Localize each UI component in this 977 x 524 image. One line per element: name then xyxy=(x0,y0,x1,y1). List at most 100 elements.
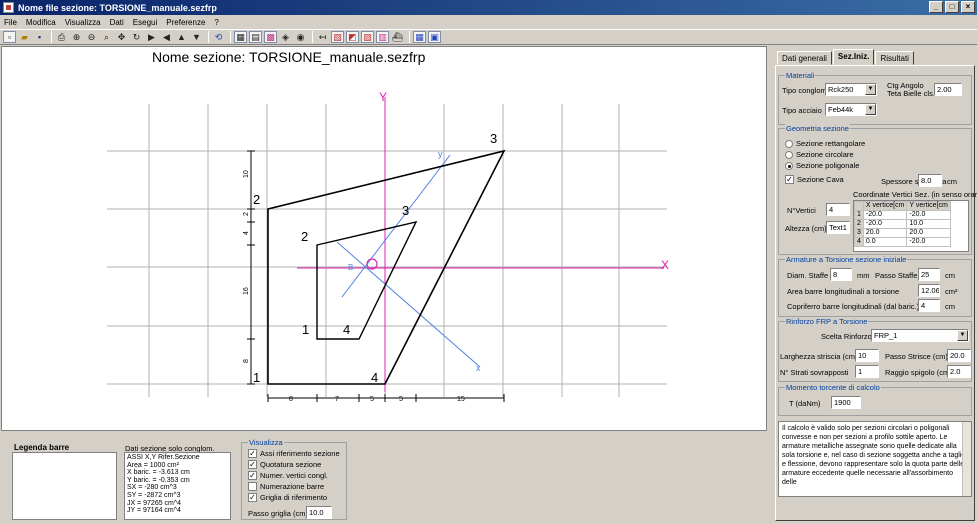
window-title: Nome file sezione: TORSIONE_manuale.sezf… xyxy=(18,2,217,13)
section-icon[interactable]: ▦ xyxy=(234,31,247,43)
inner-polygon xyxy=(316,220,418,340)
radio-sezione-rettangolare[interactable]: Sezione rettangolare xyxy=(785,139,865,148)
assi-riferimento-checkbox[interactable]: ✓ Assi riferimento sezione xyxy=(248,449,340,458)
larghezza-striscia-field[interactable]: 10 xyxy=(855,349,879,362)
table-icon[interactable]: ▥ xyxy=(376,31,389,43)
copriferro-field[interactable]: 4 xyxy=(918,299,940,312)
menu-bar: File Modifica Visualizza Dati Esegui Pre… xyxy=(0,15,977,29)
zoom-in-icon[interactable]: ⊕ xyxy=(70,31,83,43)
menu-esegui[interactable]: Esegui xyxy=(133,18,157,27)
svg-text:4: 4 xyxy=(243,231,250,235)
baricentro-label: B xyxy=(348,263,353,272)
materiali-group: Materiali Tipo conglom. Rck250 ▼ Ctg Ango… xyxy=(778,71,972,125)
momento-group: Momento torcente di calcolo T (daNm) 190… xyxy=(778,383,972,416)
axis-u-label: y xyxy=(438,149,443,159)
numer-vertici-checkbox[interactable]: ✓ Numer. vertici congl. xyxy=(248,471,328,480)
scelta-rinforzo-select[interactable]: FRP_1 ▼ xyxy=(871,329,969,342)
print-preview-icon[interactable]: ⎙ xyxy=(55,31,68,43)
tipo-acciaio-select[interactable]: Feb44k ▼ xyxy=(825,103,877,116)
diam-staffe-field[interactable]: 8 xyxy=(830,268,852,281)
radio-sezione-circolare[interactable]: Sezione circolare xyxy=(785,150,854,159)
menu-visualizza[interactable]: Visualizza xyxy=(65,18,101,27)
tab-risultati[interactable]: Risultati xyxy=(875,51,914,65)
svg-text:2: 2 xyxy=(253,192,260,207)
ship-icon[interactable]: ⛴ xyxy=(391,31,404,43)
new-file-icon[interactable]: ▫ xyxy=(3,31,16,43)
menu-modifica[interactable]: Modifica xyxy=(26,18,56,27)
frp-icon[interactable]: ▩ xyxy=(264,31,277,43)
nvertici-field[interactable]: 4 xyxy=(826,203,850,216)
svg-text:8: 8 xyxy=(289,396,293,403)
drawing-canvas[interactable]: Nome sezione: TORSIONE_manuale.sezfrp Y … xyxy=(1,46,767,431)
menu-help[interactable]: ? xyxy=(214,18,218,27)
area-barre-field[interactable]: 12.06 xyxy=(918,284,940,297)
report-icon[interactable]: ▧ xyxy=(331,31,344,43)
save-icon[interactable]: ▪ xyxy=(33,31,46,43)
maximize-button[interactable]: □ xyxy=(945,1,959,13)
material-icon[interactable]: ◈ xyxy=(279,31,292,43)
passo-staffe-field[interactable]: 25 xyxy=(918,268,940,281)
sezione-cava-checkbox[interactable]: ✓ Sezione Cava xyxy=(785,175,844,184)
note-textarea[interactable]: Il calcolo è valido solo per sezioni cir… xyxy=(778,421,972,497)
legenda-title: Legenda barre xyxy=(14,443,70,452)
menu-file[interactable]: File xyxy=(4,18,17,27)
quotatura-checkbox[interactable]: ✓ Quotatura sezione xyxy=(248,460,321,469)
svg-text:16: 16 xyxy=(243,287,250,295)
dati-sezione-box[interactable]: ASSI X,Y Rifer.Sezione Area = 1000 cm² X… xyxy=(124,452,231,520)
tipo-conglom-select[interactable]: Rck250 ▼ xyxy=(825,83,877,96)
chevron-down-icon: ▼ xyxy=(865,104,876,115)
menu-preferenze[interactable]: Preferenze xyxy=(166,18,205,27)
tab-dati-generali[interactable]: Dati generali xyxy=(777,51,832,65)
svg-text:2: 2 xyxy=(301,229,308,244)
arrow-down-icon[interactable]: ▼ xyxy=(190,31,203,43)
visualizza-group: Visualizza ✓ Assi riferimento sezione ✓ Qu… xyxy=(241,438,347,520)
svg-text:7: 7 xyxy=(335,396,339,403)
pan-icon[interactable]: ✥ xyxy=(115,31,128,43)
section-drawing: Y X y x B 1 2 3 4 1 2 3 4 10 2 4 16 8 8 … xyxy=(107,90,669,403)
arrow-right-icon[interactable]: ▶ xyxy=(145,31,158,43)
axis-v-label: x xyxy=(476,363,481,373)
altezza-field[interactable]: Text1 xyxy=(826,221,850,234)
minimize-button[interactable]: _ xyxy=(929,1,943,13)
materiali-title: Materiali xyxy=(785,71,816,80)
table-row: 1 -20.0 -20.0 xyxy=(854,210,951,220)
momento-torcente-field[interactable]: 1900 xyxy=(831,396,861,409)
arrow-up-icon[interactable]: ▲ xyxy=(175,31,188,43)
radio-sezione-poligonale[interactable]: Sezione poligonale xyxy=(785,161,859,170)
toolbar: ▫ ▰ ▪ ⎙ ⊕ ⊖ ⌕ ✥ ↻ ▶ ◀ ▲ ▼ ⟲ ▦ ▤ ▩ ◈ ◉ ↤ … xyxy=(0,29,977,45)
strati-field[interactable]: 1 xyxy=(855,365,879,378)
close-button[interactable]: × xyxy=(961,1,975,13)
table-row: 4 0.0 -20.0 xyxy=(854,237,951,247)
bars-icon[interactable]: ▤ xyxy=(249,31,262,43)
reference-grid xyxy=(107,104,667,397)
svg-text:4: 4 xyxy=(343,322,350,337)
info-icon[interactable]: ▣ xyxy=(428,31,441,43)
svg-text:8: 8 xyxy=(243,359,250,363)
frp-group: Rinforzo FRP a Torsione Scelta Rinforzo:… xyxy=(778,317,972,382)
refresh-icon[interactable]: ↻ xyxy=(130,31,143,43)
back-icon[interactable]: ↤ xyxy=(316,31,329,43)
tab-sez-iniz[interactable]: Sez.Iniz. xyxy=(832,49,875,65)
diagram-icon[interactable]: ◩ xyxy=(346,31,359,43)
zoom-window-icon[interactable]: ⌕ xyxy=(100,31,113,43)
note-scrollbar[interactable] xyxy=(962,422,971,496)
calc-icon[interactable]: ◉ xyxy=(294,31,307,43)
rotate-icon[interactable]: ⟲ xyxy=(212,31,225,43)
spessore-field[interactable]: 8.0 xyxy=(918,174,942,187)
chart-icon[interactable]: ▨ xyxy=(361,31,374,43)
raggio-spigolo-field[interactable]: 2.0 xyxy=(947,365,971,378)
title-bar: Nome file sezione: TORSIONE_manuale.sezf… xyxy=(0,0,977,15)
menu-dati[interactable]: Dati xyxy=(110,18,124,27)
grid-icon[interactable]: ▦ xyxy=(413,31,426,43)
numerazione-barre-checkbox[interactable]: Numerazione barre xyxy=(248,482,324,491)
ctg-field[interactable]: 2.00 xyxy=(934,83,962,96)
passo-strisce-field[interactable]: 20.0 xyxy=(947,349,971,362)
passo-griglia-field[interactable]: 10.0 xyxy=(306,506,332,519)
arrow-left-icon[interactable]: ◀ xyxy=(160,31,173,43)
griglia-checkbox[interactable]: ✓ Griglia di riferimento xyxy=(248,493,327,502)
app-icon xyxy=(3,2,14,13)
zoom-out-icon[interactable]: ⊖ xyxy=(85,31,98,43)
vertici-table[interactable]: X vertice[cm Y vertice[cm 1 -20.0 -20.0 2 -2… xyxy=(853,200,969,252)
open-folder-icon[interactable]: ▰ xyxy=(18,31,31,43)
svg-text:3: 3 xyxy=(402,203,409,218)
